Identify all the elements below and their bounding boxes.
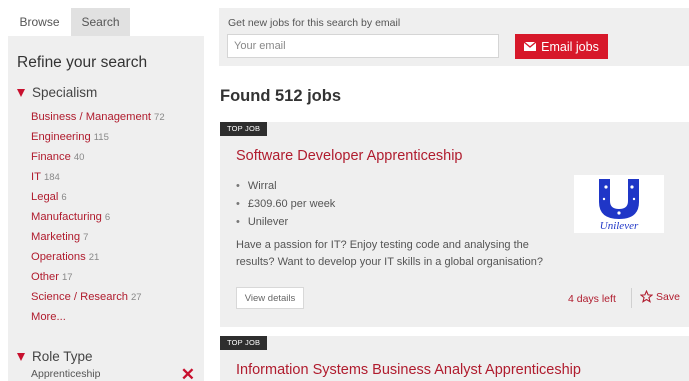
facet-link[interactable]: Legal <box>31 191 58 203</box>
save-job-button[interactable]: Save <box>640 290 680 303</box>
specialism-item-other: Other 17 <box>31 267 165 287</box>
facet-link[interactable]: Marketing <box>31 231 80 243</box>
sidebar: Browse Search Refine your search Special… <box>8 8 204 381</box>
facet-link[interactable]: Science / Research <box>31 291 128 303</box>
remove-filter-icon[interactable]: ✕ <box>181 365 195 381</box>
facet-count: 6 <box>104 212 111 223</box>
specialism-item-more: More... <box>31 307 165 327</box>
facet-link[interactable]: IT <box>31 171 41 183</box>
facet-count: 7 <box>83 232 89 243</box>
divider <box>631 288 632 308</box>
facet-link[interactable]: Operations <box>31 251 86 263</box>
sidebar-tabs: Browse Search <box>8 8 204 36</box>
facet-count: 21 <box>88 252 100 263</box>
job-employer: Unilever <box>236 213 335 231</box>
facet-link[interactable]: Business / Management <box>31 111 151 123</box>
selected-filter-apprenticeship: Apprenticeship ✕ <box>31 365 201 381</box>
job-description: Have a passion for IT? Enjoy testing cod… <box>236 239 543 268</box>
facet-count: 27 <box>131 292 142 303</box>
job-title-link[interactable]: Software Developer Apprenticeship <box>236 148 463 164</box>
job-card: TOP JOB Software Developer Apprenticeshi… <box>220 122 689 327</box>
email-jobs-button[interactable]: Email jobs <box>515 34 608 59</box>
top-job-badge: TOP JOB <box>220 336 268 350</box>
facet-role-type-heading: Role Type <box>32 349 93 364</box>
facet-role-type-toggle[interactable]: Role Type <box>17 349 93 364</box>
results-count: Found 512 jobs <box>220 87 342 105</box>
envelope-icon <box>524 42 537 51</box>
facet-link[interactable]: Engineering <box>31 131 91 143</box>
specialism-item-marketing: Marketing 7 <box>31 227 165 247</box>
facet-count: 72 <box>154 112 165 123</box>
job-location: Wirral <box>236 177 335 195</box>
facet-count: 40 <box>73 152 85 163</box>
view-details-button[interactable]: View details <box>236 287 304 309</box>
refine-title: Refine your search <box>17 54 148 71</box>
save-label: Save <box>656 290 680 303</box>
email-alert-bar: Get new jobs for this search by email Em… <box>219 8 689 66</box>
specialism-list: Business / Management 72 Engineering 115 F… <box>31 107 165 327</box>
tab-search[interactable]: Search <box>71 8 130 36</box>
job-title-link[interactable]: Information Systems Business Analyst App… <box>236 362 581 378</box>
specialism-item-manufacturing: Manufacturing 6 <box>31 207 165 227</box>
specialism-item-engineering: Engineering 115 <box>31 127 165 147</box>
specialism-item-science: Science / Research 27 <box>31 287 165 307</box>
employer-logo[interactable]: Unilever <box>574 175 664 233</box>
refine-panel: Refine your search Specialism Business /… <box>8 36 204 381</box>
days-left-label: 4 days left <box>568 293 616 305</box>
logo-wordmark: Unilever <box>600 220 639 231</box>
email-field[interactable] <box>227 34 499 58</box>
specialism-item-operations: Operations 21 <box>31 247 165 267</box>
facet-link[interactable]: Manufacturing <box>31 211 102 223</box>
facet-count: 6 <box>61 192 67 203</box>
specialism-item-finance: Finance 40 <box>31 147 165 167</box>
email-jobs-label: Email jobs <box>541 39 599 54</box>
facet-link[interactable]: Finance <box>31 151 71 163</box>
facet-specialism-heading: Specialism <box>32 85 98 100</box>
facet-link[interactable]: Other <box>31 271 59 283</box>
unilever-logo-icon: Unilever <box>599 179 639 231</box>
specialism-item-it: IT 184 <box>31 167 165 187</box>
email-alert-label: Get new jobs for this search by email <box>228 17 401 29</box>
triangle-down-icon <box>17 352 25 361</box>
top-job-badge: TOP JOB <box>220 122 268 136</box>
selected-filter-label: Apprenticeship <box>31 368 101 380</box>
facet-count: 115 <box>93 132 109 143</box>
job-salary: £309.60 per week <box>236 195 335 213</box>
star-outline-icon <box>640 290 653 303</box>
facet-count: 17 <box>61 272 73 283</box>
more-link[interactable]: More... <box>31 311 66 323</box>
tab-browse[interactable]: Browse <box>8 8 71 36</box>
facet-specialism-toggle[interactable]: Specialism <box>17 85 97 100</box>
job-card: TOP JOB Information Systems Business Ana… <box>220 336 689 381</box>
specialism-item-business: Business / Management 72 <box>31 107 165 127</box>
triangle-down-icon <box>17 88 25 97</box>
facet-count: 184 <box>43 172 60 183</box>
job-details-list: Wirral £309.60 per week Unilever <box>236 177 335 231</box>
specialism-item-legal: Legal 6 <box>31 187 165 207</box>
